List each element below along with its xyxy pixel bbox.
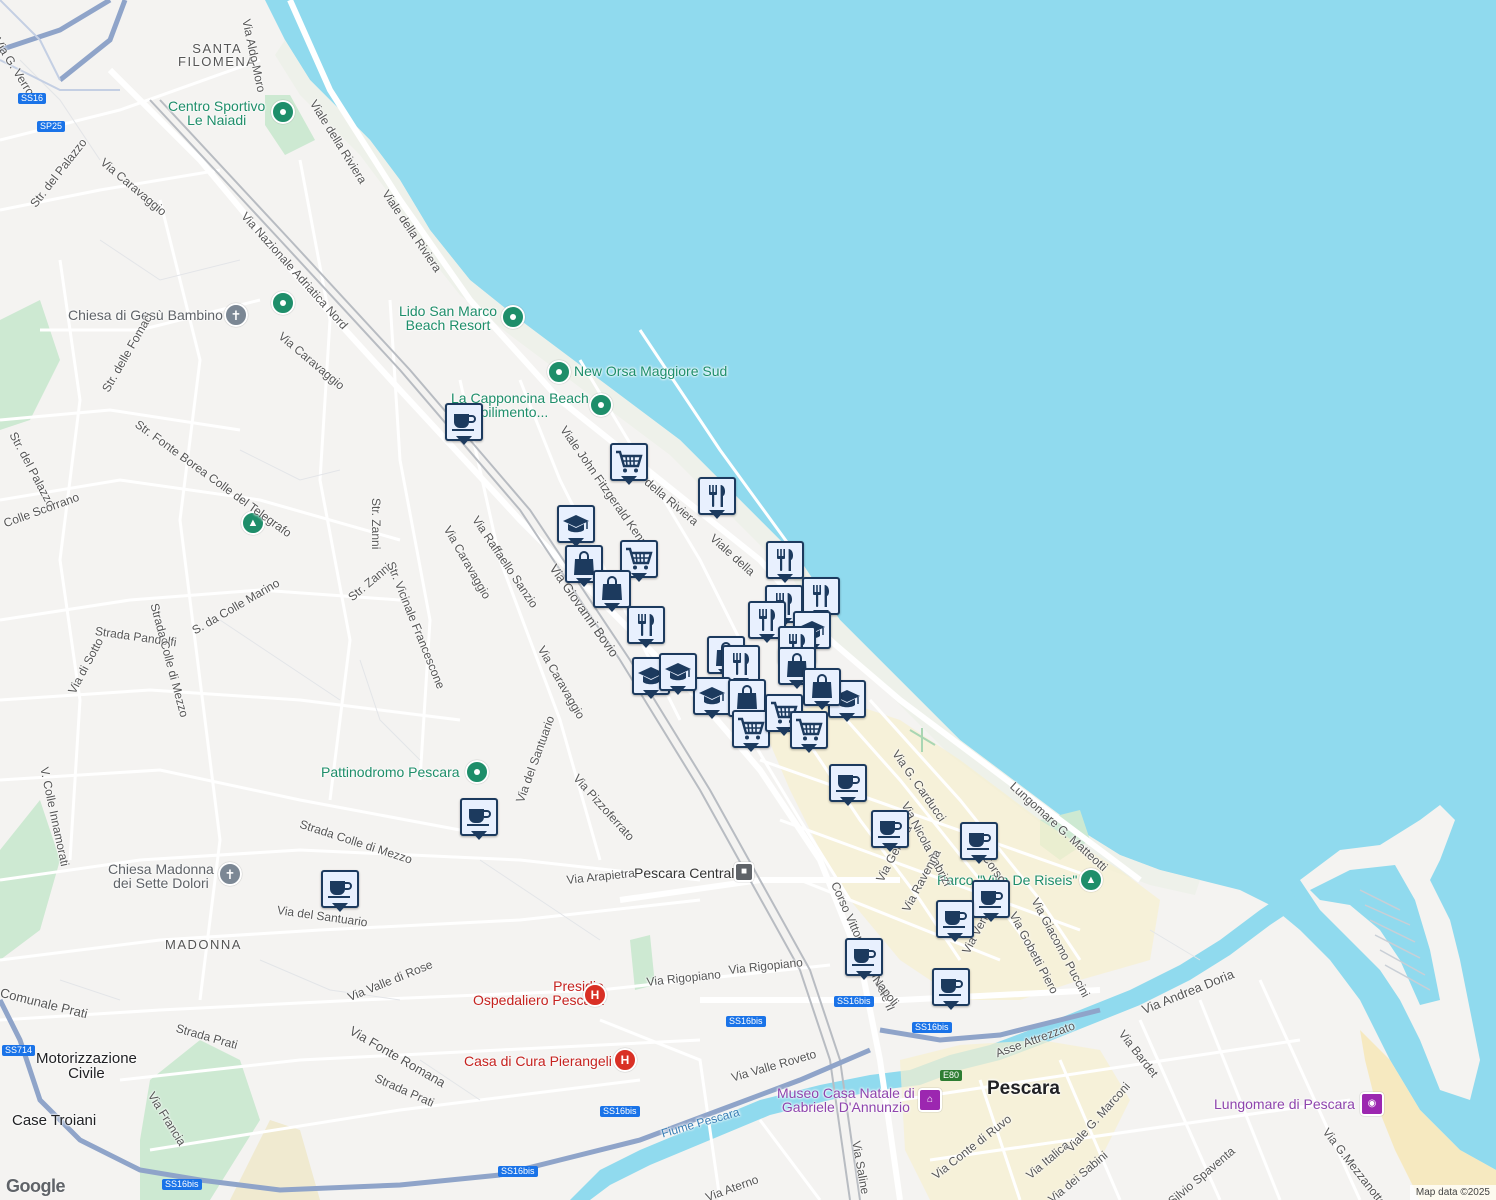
map-marker[interactable] <box>803 668 841 710</box>
park-pin-icon[interactable] <box>589 393 613 417</box>
pescara-centrale-label[interactable]: Pescara Centrale <box>634 866 742 880</box>
restaurant-icon <box>729 651 753 677</box>
highway-shield: SP25 <box>37 121 66 132</box>
road-label: Str. Zanni <box>369 498 383 550</box>
madonna-label: MADONNA <box>165 937 242 952</box>
shopping-bag-icon <box>736 685 758 711</box>
new-orsa-label[interactable]: New Orsa Maggiore Sud <box>574 364 727 378</box>
map-canvas[interactable]: SANTA FILOMENA MADONNA Pescara Motorizza… <box>0 0 1496 1200</box>
highway-shield: SS16bis <box>600 1106 640 1117</box>
map-marker[interactable] <box>593 570 631 612</box>
shopping-bag-icon <box>573 551 595 577</box>
restaurant-icon <box>705 483 729 509</box>
park-pin-icon[interactable] <box>547 360 571 384</box>
restaurant-icon <box>809 583 833 609</box>
highway-shield: SS16bis <box>498 1166 538 1177</box>
restaurant-icon <box>755 607 779 633</box>
cafe-icon <box>877 818 903 840</box>
casa-cura-label[interactable]: Casa di Cura Pierangeli <box>464 1054 612 1068</box>
park-pin-icon[interactable] <box>465 760 489 784</box>
highway-shield: E80 <box>940 1070 963 1081</box>
cafe-icon <box>451 411 477 433</box>
train-station-icon[interactable]: ■ <box>734 862 754 882</box>
map-marker[interactable] <box>845 938 883 980</box>
pescara-city-label: Pescara <box>987 1078 1060 1099</box>
cafe-icon <box>851 946 877 968</box>
map-marker[interactable] <box>960 822 998 864</box>
map-marker[interactable] <box>932 968 970 1010</box>
map-marker[interactable] <box>610 443 648 485</box>
park-pin-icon[interactable] <box>501 305 525 329</box>
cart-icon <box>795 718 823 742</box>
map-marker[interactable] <box>698 477 736 519</box>
cart-icon <box>737 717 765 741</box>
map-marker[interactable] <box>790 711 828 753</box>
map-marker[interactable] <box>460 798 498 840</box>
map-marker[interactable] <box>693 677 731 719</box>
map-marker[interactable] <box>972 880 1010 922</box>
cafe-icon <box>466 806 492 828</box>
restaurant-icon <box>634 612 658 638</box>
cart-icon <box>615 450 643 474</box>
shopping-bag-icon <box>601 576 623 602</box>
google-logo: Google <box>6 1176 66 1196</box>
pattinodromo-label[interactable]: Pattinodromo Pescara <box>321 765 460 779</box>
map-attribution[interactable]: Map data ©2025 <box>1409 1185 1496 1200</box>
highway-shield: SS16bis <box>912 1022 952 1033</box>
restaurant-icon <box>773 547 797 573</box>
shopping-bag-icon <box>811 674 833 700</box>
map-marker[interactable] <box>829 764 867 806</box>
hospital-icon[interactable]: H <box>583 983 607 1007</box>
church-icon[interactable]: ✝ <box>218 862 242 886</box>
map-marker[interactable] <box>557 505 595 547</box>
cafe-icon <box>327 878 353 900</box>
case-troiani-label: Case Troiani <box>12 1112 97 1129</box>
centro-sportivo-label[interactable]: Centro Sportivo Le Naiadi <box>168 99 265 127</box>
church-icon[interactable]: ✝ <box>224 303 248 327</box>
highway-shield: SS16bis <box>162 1179 202 1190</box>
cafe-icon <box>835 772 861 794</box>
highway-shield: SS714 <box>2 1045 36 1056</box>
cafe-icon <box>942 908 968 930</box>
museo-label[interactable]: Museo Casa Natale di Gabriele D'Annunzio <box>777 1086 915 1114</box>
museum-icon[interactable]: ⌂ <box>918 1088 942 1112</box>
map-marker[interactable] <box>936 900 974 942</box>
cart-icon <box>625 547 653 571</box>
park-pin-icon[interactable] <box>271 100 295 124</box>
camera-icon[interactable]: ◉ <box>1360 1092 1384 1116</box>
cafe-icon <box>966 830 992 852</box>
school-icon <box>562 512 590 536</box>
lido-san-marco-label[interactable]: Lido San Marco Beach Resort <box>399 304 497 332</box>
map-marker[interactable] <box>627 606 665 648</box>
cafe-icon <box>938 976 964 998</box>
map-marker[interactable] <box>871 810 909 852</box>
map-marker[interactable] <box>659 653 697 695</box>
motorizzazione-label: Motorizzazione Civile <box>36 1050 137 1082</box>
school-icon <box>664 660 692 684</box>
school-icon <box>698 684 726 708</box>
highway-shield: SS16bis <box>834 996 874 1007</box>
highway-shield: SS16 <box>18 93 47 104</box>
highway-shield: SS16bis <box>726 1016 766 1027</box>
park-pin-icon[interactable] <box>271 291 295 315</box>
chiesa-madonna-label[interactable]: Chiesa Madonna dei Sette Dolori <box>108 862 214 890</box>
hospital-icon[interactable]: H <box>613 1048 637 1072</box>
lungomare-pescara-label[interactable]: Lungomare di Pescara <box>1214 1097 1355 1111</box>
map-marker[interactable] <box>445 403 483 445</box>
cafe-icon <box>978 888 1004 910</box>
map-marker[interactable] <box>766 541 804 583</box>
map-marker[interactable] <box>321 870 359 912</box>
